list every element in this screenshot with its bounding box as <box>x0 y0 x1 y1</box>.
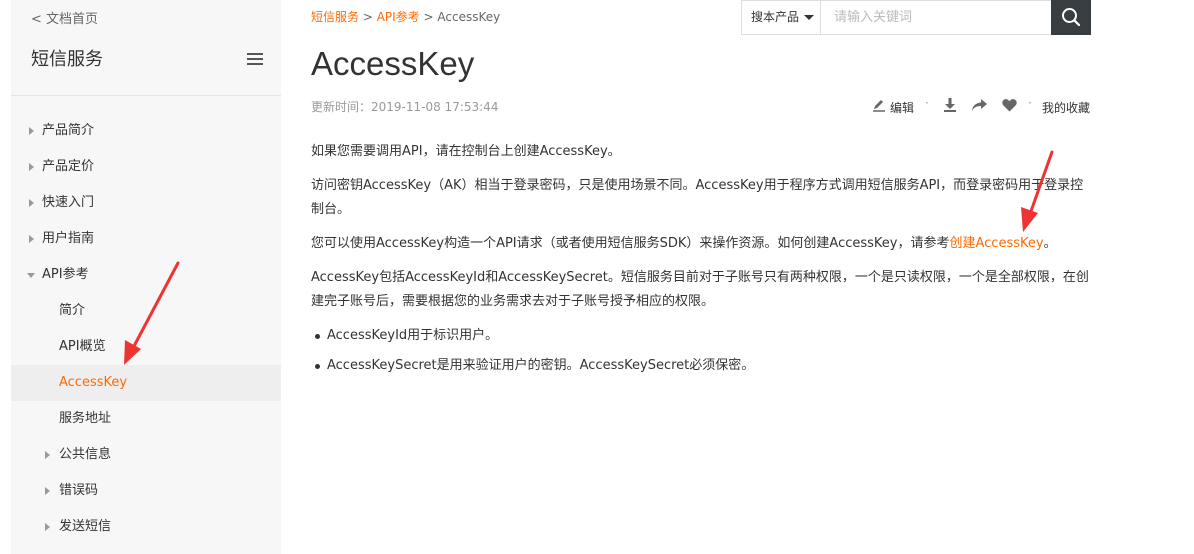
sidebar-item-label: 产品定价 <box>42 159 95 174</box>
sidebar-item-label: 错误码 <box>59 483 99 498</box>
chevron-right-icon <box>29 199 34 207</box>
sidebar-item-label: 简介 <box>59 303 86 318</box>
sidebar-divider <box>11 95 281 96</box>
breadcrumb-link-sms[interactable]: 短信服务 <box>311 10 359 24</box>
list-item: AccessKeyId用于标识用户。 <box>311 324 1091 348</box>
article-content: 如果您需要调用API，请在控制台上创建AccessKey。 访问密钥Access… <box>311 140 1091 384</box>
updated-time: 更新时间：2019-11-08 17:53:44 <box>311 100 499 114</box>
sidebar-item-label: 用户指南 <box>42 231 95 246</box>
chevron-down-icon <box>27 273 35 278</box>
back-to-docs-home-link[interactable]: < 文档首页 <box>31 8 98 27</box>
sidebar-item-label: 快速入门 <box>42 195 95 210</box>
sidebar-item-user-guide[interactable]: 用户指南 <box>11 221 281 257</box>
paragraph: 您可以使用AccessKey构造一个API请求（或者使用短信服务SDK）来操作资… <box>311 232 1091 256</box>
create-accesskey-link[interactable]: 创建AccessKey <box>950 236 1044 251</box>
edit-link[interactable]: 编辑 <box>890 99 914 116</box>
breadcrumb-link-api[interactable]: API参考 <box>377 10 420 24</box>
toolbar-separator: · <box>1028 96 1032 110</box>
sidebar-item-label: API概览 <box>59 339 106 354</box>
bullet-list: AccessKeyId用于标识用户。 AccessKeySecret是用来验证用… <box>311 324 1091 378</box>
sidebar-item-label: 产品简介 <box>42 123 95 138</box>
search-input[interactable] <box>822 1 1050 34</box>
paragraph: AccessKey包括AccessKeyId和AccessKeySecret。短… <box>311 270 1089 309</box>
paragraph: 访问密钥AccessKey（AK）相当于登录密码，只是使用场景不同。Access… <box>311 178 1084 217</box>
caret-down-icon <box>804 15 814 20</box>
list-item: AccessKeySecret是用来验证用户的密钥。AccessKeySecre… <box>311 354 1091 378</box>
chevron-right-icon <box>45 523 50 531</box>
chevron-right-icon <box>29 127 34 135</box>
chevron-right-icon <box>29 235 34 243</box>
sidebar-item-label: AccessKey <box>59 375 128 390</box>
sidebar-item-error-codes[interactable]: 错误码 <box>11 473 281 509</box>
breadcrumb-current: AccessKey <box>437 10 501 24</box>
paragraph-text: 。 <box>1043 236 1057 251</box>
menu-icon[interactable] <box>247 53 263 65</box>
download-icon[interactable] <box>942 97 958 113</box>
sidebar-item-intro[interactable]: 简介 <box>11 293 281 329</box>
chevron-right-icon <box>45 451 50 459</box>
sidebar-item-label: 公共信息 <box>59 447 112 462</box>
paragraph-text: 您可以使用AccessKey构造一个API请求（或者使用短信服务SDK）来操作资… <box>311 236 950 251</box>
sidebar-item-accesskey[interactable]: AccessKey <box>11 365 281 401</box>
heart-icon[interactable] <box>1001 97 1018 113</box>
my-favorites-link[interactable]: 我的收藏 <box>1042 99 1090 116</box>
chevron-right-icon <box>29 163 34 171</box>
sidebar-item-api-overview[interactable]: API概览 <box>11 329 281 365</box>
sidebar-item-pricing[interactable]: 产品定价 <box>11 149 281 185</box>
search-icon <box>1062 8 1081 27</box>
sidebar-item-label: 服务地址 <box>59 411 112 426</box>
search-scope-label: 搜本产品 <box>751 10 800 24</box>
search-scope-select[interactable]: 搜本产品 <box>742 1 821 34</box>
edit-icon[interactable] <box>871 97 887 113</box>
sidebar-item-send-sms[interactable]: 发送短信 <box>11 509 281 545</box>
chevron-right-icon <box>45 487 50 495</box>
toolbar-separator: · <box>925 96 929 110</box>
search-button[interactable] <box>1051 0 1091 35</box>
sidebar-item-api-reference[interactable]: API参考 <box>11 257 281 293</box>
breadcrumb: 短信服务 > API参考 > AccessKey <box>311 8 500 25</box>
sidebar-item-product-intro[interactable]: 产品简介 <box>11 113 281 149</box>
sidebar-item-label: 发送短信 <box>59 519 112 534</box>
page-title: AccessKey <box>311 45 475 82</box>
sidebar-item-label: API参考 <box>42 267 89 282</box>
share-icon[interactable] <box>971 97 988 113</box>
sidebar: < 文档首页 短信服务 产品简介 产品定价 快速入门 用户指南 API参考 简介… <box>11 0 281 554</box>
breadcrumb-separator: > <box>359 10 377 24</box>
search-bar: 搜本产品 <box>741 0 1091 35</box>
sidebar-title: 短信服务 <box>31 49 103 70</box>
breadcrumb-separator: > <box>419 10 438 24</box>
sidebar-item-quick-start[interactable]: 快速入门 <box>11 185 281 221</box>
sidebar-item-common-info[interactable]: 公共信息 <box>11 437 281 473</box>
paragraph: 如果您需要调用API，请在控制台上创建AccessKey。 <box>311 144 621 159</box>
sidebar-item-endpoints[interactable]: 服务地址 <box>11 401 281 437</box>
